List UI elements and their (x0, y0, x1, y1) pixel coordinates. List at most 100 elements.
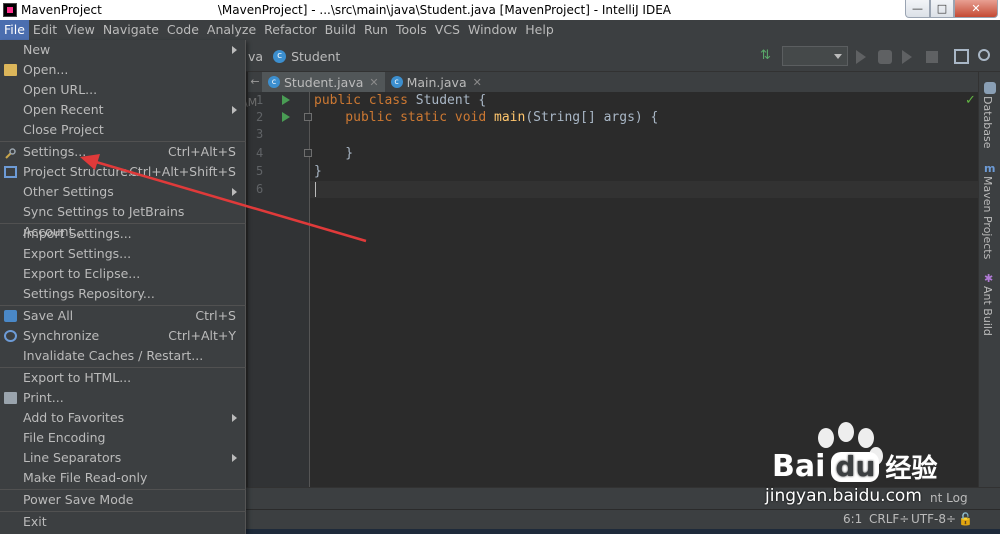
run-config-select[interactable] (782, 46, 848, 66)
menu-analyze[interactable]: Analyze (203, 20, 260, 40)
run-gutter-icon[interactable] (282, 95, 290, 105)
menu-item-other-settings[interactable]: Other Settings (0, 182, 246, 202)
menu-run[interactable]: Run (360, 20, 392, 40)
stop-icon[interactable] (926, 51, 938, 63)
code-plain: } (314, 146, 354, 161)
tool-maven-projects[interactable]: Maven Projects (981, 176, 994, 259)
menu-item-project-structure[interactable]: Project Structure... Ctrl+Alt+Shift+S (0, 162, 246, 182)
code-line: 6 (248, 181, 978, 198)
menu-code[interactable]: Code (163, 20, 203, 40)
menu-item-label: Open Recent (23, 102, 104, 117)
code-text: } (314, 163, 322, 180)
menu-item-exit[interactable]: Exit (0, 512, 246, 532)
menu-item-line-separators[interactable]: Line Separators (0, 448, 246, 468)
tool-database[interactable]: Database (981, 96, 994, 149)
chevron-right-icon (232, 454, 237, 462)
menu-vcs[interactable]: VCS (431, 20, 464, 40)
code-line: 3 (248, 126, 978, 143)
tab-student-java[interactable]: c Student.java ✕ (262, 72, 385, 92)
line-number: 6 (256, 182, 264, 196)
event-log-button[interactable]: nt Log (930, 491, 968, 505)
back-arrow-icon[interactable]: ← (248, 72, 262, 92)
menu-item-import-settings[interactable]: Import Settings... (0, 224, 246, 244)
breadcrumb: va c Student (248, 40, 340, 72)
code-plain: } (314, 164, 322, 179)
tab-main-java[interactable]: c Main.java ✕ (385, 72, 488, 92)
code-editor[interactable]: 1 public class Student { 2 public static… (248, 92, 978, 487)
save-icon (4, 310, 17, 322)
menu-window[interactable]: Window (464, 20, 521, 40)
menu-item-synchronize[interactable]: Synchronize Ctrl+Alt+Y (0, 326, 246, 346)
redacted-region (105, 2, 214, 18)
sort-icon[interactable]: ⇅ (760, 48, 774, 63)
breadcrumb-prefix[interactable]: va (248, 49, 263, 64)
close-icon[interactable]: ✕ (473, 76, 482, 89)
search-icon[interactable] (978, 49, 990, 61)
menu-navigate[interactable]: Navigate (99, 20, 163, 40)
chevron-right-icon (232, 188, 237, 196)
fold-icon[interactable] (304, 113, 312, 121)
run-icon[interactable] (856, 50, 866, 64)
ant-icon: ✱ (984, 272, 994, 285)
fold-icon[interactable] (304, 149, 312, 157)
breadcrumb-class[interactable]: Student (291, 49, 340, 64)
debug-icon[interactable] (878, 50, 892, 64)
coverage-icon[interactable] (902, 50, 912, 64)
menu-item-label: Settings Repository... (23, 286, 155, 301)
intellij-icon (3, 3, 17, 17)
file-encoding[interactable]: UTF-8÷ (911, 512, 956, 526)
menu-item-invalidate-caches[interactable]: Invalidate Caches / Restart... (0, 346, 246, 366)
menu-item-settings-repository[interactable]: Settings Repository... (0, 284, 246, 304)
menu-tools[interactable]: Tools (392, 20, 431, 40)
menu-item-open-recent[interactable]: Open Recent (0, 100, 246, 120)
chevron-right-icon (232, 414, 237, 422)
menu-file[interactable]: File (0, 20, 29, 40)
menu-build[interactable]: Build (321, 20, 360, 40)
tab-label: Student.java (284, 74, 364, 90)
menu-view[interactable]: View (61, 20, 99, 40)
close-button[interactable]: ✕ (954, 0, 998, 18)
project-structure-icon[interactable] (954, 49, 969, 64)
menu-item-settings[interactable]: Settings... Ctrl+Alt+S (0, 142, 246, 162)
menu-item-label: Invalidate Caches / Restart... (23, 348, 204, 363)
menu-item-close-project[interactable]: Close Project (0, 120, 246, 140)
menu-item-add-favorites[interactable]: Add to Favorites (0, 408, 246, 428)
database-icon (984, 82, 996, 94)
menu-item-make-read-only[interactable]: Make File Read-only (0, 468, 246, 488)
caret-position[interactable]: 6:1 (843, 512, 862, 526)
line-number: 5 (256, 164, 264, 178)
right-tool-bar: Database m Maven Projects ✱ Ant Build (978, 72, 1000, 487)
chevron-right-icon (232, 106, 237, 114)
menu-refactor[interactable]: Refactor (260, 20, 320, 40)
chevron-down-icon (834, 54, 842, 59)
menu-item-open[interactable]: Open... (0, 60, 246, 80)
menu-item-open-url[interactable]: Open URL... (0, 80, 246, 100)
minimize-button[interactable]: — (905, 0, 930, 18)
code-line: 4 } (248, 145, 978, 162)
line-separator[interactable]: CRLF÷ (869, 512, 909, 526)
code-text: } (314, 145, 353, 162)
menu-item-sync-settings[interactable]: Sync Settings to JetBrains Account... (0, 202, 246, 239)
window-title-project: MavenProject (21, 3, 102, 17)
menu-item-shortcut: Ctrl+Alt+Shift+S (129, 164, 236, 179)
menu-item-export-eclipse[interactable]: Export to Eclipse... (0, 264, 246, 284)
tool-ant-build[interactable]: Ant Build (981, 286, 994, 336)
menu-item-export-settings[interactable]: Export Settings... (0, 244, 246, 264)
menu-edit[interactable]: Edit (29, 20, 61, 40)
maximize-button[interactable]: □ (930, 0, 954, 18)
menu-item-export-html[interactable]: Export to HTML... (0, 368, 246, 388)
menu-item-file-encoding[interactable]: File Encoding (0, 428, 246, 448)
menu-item-save-all[interactable]: Save All Ctrl+S (0, 306, 246, 326)
close-icon[interactable]: ✕ (369, 76, 378, 89)
menu-item-shortcut: Ctrl+Alt+S (167, 144, 236, 159)
code-line: 5 } (248, 163, 978, 180)
menu-item-power-save-mode[interactable]: Power Save Mode (0, 490, 246, 510)
lock-icon[interactable]: 🔓 (958, 512, 973, 526)
run-gutter-icon[interactable] (282, 112, 290, 122)
menu-item-print[interactable]: Print... (0, 388, 246, 408)
menu-item-label: Power Save Mode (23, 492, 134, 507)
menu-item-new[interactable]: New (0, 40, 246, 60)
window-title-bar: MavenProject \MavenProject] - ...\src\ma… (0, 0, 1000, 20)
menu-item-label: Add to Favorites (23, 410, 125, 425)
menu-help[interactable]: Help (521, 20, 558, 40)
